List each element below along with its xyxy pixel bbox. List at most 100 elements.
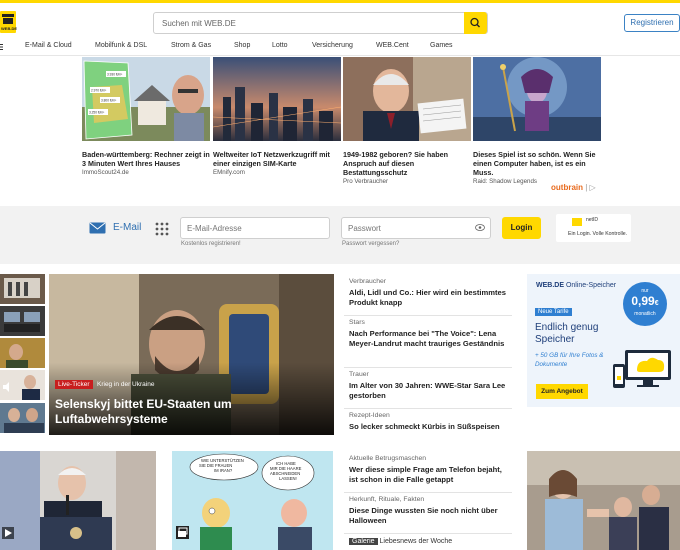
nav-item-lotto[interactable]: Lotto (272, 42, 288, 49)
ad-title[interactable]: Dieses Spiel ist so schön. Wenn Sie eine… (473, 150, 601, 177)
ad-source: EMnify.com (213, 169, 245, 176)
login-button[interactable]: Login (502, 217, 541, 239)
search-input[interactable] (154, 13, 466, 33)
map-price-label: 2.970 €/m² (91, 89, 106, 93)
netid-box[interactable]: netID Ein Login. Volle Kontrolle. (556, 214, 631, 242)
ad-image-fantasy-game (473, 57, 601, 141)
ad-card[interactable]: Weltweiter IoT Netzwerkzugriff mit einer… (212, 57, 342, 176)
main-nav: E-Mail & Cloud Mobilfunk & DSL Strom & G… (0, 38, 680, 56)
offer-title: Endlich genug Speicher (535, 322, 599, 345)
map-price-label: 3.800 €/m² (101, 99, 116, 103)
register-link[interactable]: Kostenlos registrieren! (181, 241, 241, 247)
ad-source: Pro Verbraucher (343, 178, 389, 185)
mail-label[interactable]: E-Mail (113, 222, 141, 233)
ad-image-senior-man (343, 57, 471, 141)
map-price-label: 3.930 €/m² (107, 73, 122, 77)
ad-choices-icon[interactable]: | ▷ (585, 183, 595, 192)
royal-crowd-photo (527, 451, 680, 550)
netid-logo: netID (586, 217, 598, 223)
speaker-icon (3, 382, 9, 392)
nav-item-games[interactable]: Games (430, 42, 453, 49)
map-price-label: 3.250 €/m² (89, 111, 104, 115)
offer-subtitle: + 50 GB für Ihre Fotos & Dokumente (535, 352, 604, 368)
divider (344, 367, 512, 368)
netid-text: Ein Login. Volle Kontrolle. (568, 231, 628, 237)
nav-item-shop[interactable]: Shop (234, 42, 250, 49)
news-card-image[interactable] (527, 451, 680, 550)
ad-source: ImmoScout24.de (82, 169, 129, 176)
nav-item-mobilfunk-dsl[interactable]: Mobilfunk & DSL (95, 42, 147, 49)
ad-title[interactable]: 1949-1982 geboren? Sie haben Anspruch au… (343, 150, 471, 177)
offer-price-badge: nur 0,99€ monatlich (623, 282, 667, 326)
news-headline[interactable]: Wer diese simple Frage am Telefon bejaht… (349, 465, 511, 485)
news-headline[interactable]: Diese Dinge wussten Sie noch nicht über … (349, 506, 511, 526)
show-password-icon[interactable] (475, 224, 485, 231)
devices-illustration (613, 350, 671, 388)
play-icon[interactable] (2, 527, 14, 539)
password-field[interactable] (341, 217, 491, 239)
news-kicker: Herkunft, Rituale, Fakten (349, 496, 425, 503)
ad-card[interactable]: 3.930 €/m² 2.970 €/m² 3.800 €/m² 3.250 €… (82, 57, 210, 176)
gallery-teaser[interactable]: Galerie Liebesnews der Woche (349, 538, 452, 545)
news-headline[interactable]: Aldi, Lidl und Co.: Hier wird ein bestim… (349, 288, 511, 308)
ad-image-city-night (212, 57, 342, 141)
nav-item-strom-gas[interactable]: Strom & Gas (171, 42, 211, 49)
gallery-badge: Galerie (349, 538, 378, 545)
live-ticker-badge: Live-Ticker (55, 380, 93, 389)
outbrain-logo[interactable]: outbrain | ▷ (551, 183, 596, 192)
search-icon (470, 17, 480, 28)
news-thumbnail[interactable] (0, 274, 45, 304)
offer-tag: Neue Tarife (535, 308, 572, 316)
news-kicker: Stars (349, 319, 365, 326)
cartoon-image: WIE UNTERSTÜTZEN SIE DIE FRAUEN IM IRAN?… (172, 451, 333, 550)
nav-item-webcent[interactable]: WEB.Cent (376, 42, 409, 49)
webde-logo[interactable]: WEB.DE (0, 11, 17, 33)
app-grid-icon[interactable] (155, 222, 169, 236)
news-thumbnail[interactable] (0, 403, 45, 433)
nav-item-email-cloud[interactable]: E-Mail & Cloud (25, 42, 72, 49)
search-box (153, 12, 488, 34)
netid-badge-icon (572, 218, 582, 226)
ad-title[interactable]: Baden-württemberg: Rechner zeigt in 3 Mi… (82, 150, 210, 168)
news-kicker: Rezept-Ideen (349, 412, 390, 419)
news-headline[interactable]: Nach Performance bei "The Voice": Lena M… (349, 329, 511, 349)
news-item[interactable]: Trauer Im Alter von 30 Jahren: WWE-Star … (349, 371, 511, 401)
news-item[interactable]: Herkunft, Rituale, Fakten Diese Dinge wu… (349, 496, 511, 526)
news-headline[interactable]: Im Alter von 30 Jahren: WWE-Star Sara Le… (349, 381, 511, 401)
news-thumbnail[interactable] (0, 306, 45, 336)
ad-card[interactable]: Dieses Spiel ist so schön. Wenn Sie eine… (473, 57, 601, 185)
mail-icon (89, 222, 106, 234)
news-item[interactable]: Aktuelle Betrugsmaschen Wer diese simple… (349, 455, 511, 485)
register-button[interactable]: Registrieren (624, 14, 680, 32)
ad-card[interactable]: 1949-1982 geboren? Sie haben Anspruch au… (343, 57, 471, 185)
divider (344, 315, 512, 316)
news-item[interactable]: Stars Nach Performance bei "The Voice": … (349, 319, 511, 349)
news-headline[interactable]: So lecker schmeckt Kürbis in Süßspeisen (349, 422, 511, 432)
offer-button[interactable]: Zum Angebot (536, 384, 588, 399)
news-kicker: Verbraucher (349, 278, 387, 285)
hero-kicker: Krieg in der Ukraine (97, 381, 155, 388)
search-button[interactable] (464, 12, 487, 34)
forgot-password-link[interactable]: Passwort vergessen? (342, 241, 399, 247)
offer-brand: WEB.DE Online-Speicher (536, 282, 617, 289)
hero-headline[interactable]: Selenskyj bittet EU-Staaten um Luftabweh… (55, 397, 325, 427)
divider (344, 408, 512, 409)
divider (344, 533, 512, 534)
menu-icon[interactable] (0, 44, 3, 50)
gallery-text[interactable]: Liebesnews der Woche (380, 538, 453, 545)
gallery-icon[interactable] (176, 526, 189, 539)
email-field[interactable] (180, 217, 330, 239)
news-card-image[interactable]: WIE UNTERSTÜTZEN SIE DIE FRAUEN IM IRAN?… (172, 451, 333, 550)
ad-title[interactable]: Weltweiter IoT Netzwerkzugriff mit einer… (213, 150, 341, 168)
news-kicker: Trauer (349, 371, 369, 378)
top-bar: WEB.DE Registrieren (0, 0, 680, 38)
news-thumbnail[interactable] (0, 338, 45, 368)
news-card-image[interactable] (0, 451, 156, 550)
news-kicker: Aktuelle Betrugsmaschen (349, 455, 427, 462)
nav-item-versicherung[interactable]: Versicherung (312, 42, 353, 49)
biden-photo (0, 451, 156, 550)
news-item[interactable]: Rezept-Ideen So lecker schmeckt Kürbis i… (349, 412, 511, 432)
news-item[interactable]: Verbraucher Aldi, Lidl und Co.: Hier wir… (349, 278, 511, 308)
ad-image-house-map: 3.930 €/m² 2.970 €/m² 3.800 €/m² 3.250 €… (82, 57, 210, 141)
storage-offer[interactable]: WEB.DE Online-Speicher nur 0,99€ monatli… (527, 274, 680, 407)
